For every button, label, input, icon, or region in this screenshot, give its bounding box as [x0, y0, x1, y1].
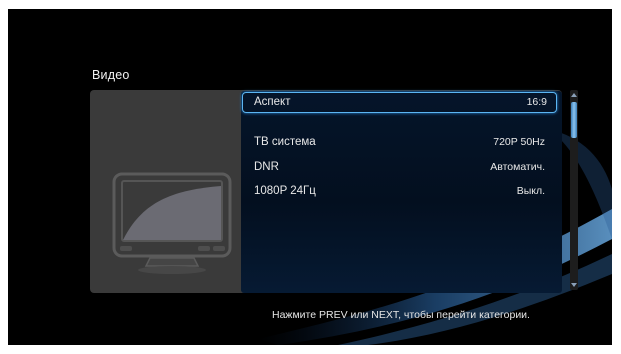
setting-label: 1080P 24Гц — [254, 185, 316, 197]
video-settings-screen: Видео Аспект 16:9 ТВ система 720P 50Hz D… — [8, 9, 612, 345]
setting-label: ТВ система — [254, 136, 316, 148]
settings-panel: Аспект 16:9 ТВ система 720P 50Hz DNR Авт… — [90, 90, 562, 293]
setting-label: DNR — [254, 161, 279, 173]
navigation-hint: Нажмите PREV или NEXT, чтобы перейти кат… — [272, 309, 530, 321]
setting-value: Автоматич. — [490, 161, 545, 173]
setting-value: 16:9 — [526, 96, 547, 108]
settings-list: Аспект 16:9 ТВ система 720P 50Hz DNR Авт… — [241, 91, 562, 293]
scroll-thumb[interactable] — [571, 102, 577, 138]
setting-label: Аспект — [254, 96, 291, 108]
setting-value: Выкл. — [516, 185, 545, 197]
arrow-down-icon[interactable] — [571, 283, 577, 287]
setting-row-1080p24[interactable]: 1080P 24Гц Выкл. — [241, 181, 562, 203]
setting-value: 720P 50Hz — [493, 136, 545, 148]
scrollbar[interactable] — [570, 90, 578, 290]
setting-row-aspect[interactable]: Аспект 16:9 — [242, 92, 557, 113]
section-title: Видео — [92, 68, 130, 82]
setting-row-dnr[interactable]: DNR Автоматич. — [241, 157, 562, 179]
setting-row-tv-system[interactable]: ТВ система 720P 50Hz — [241, 132, 562, 154]
arrow-up-icon[interactable] — [571, 93, 577, 97]
tv-icon — [112, 172, 232, 274]
